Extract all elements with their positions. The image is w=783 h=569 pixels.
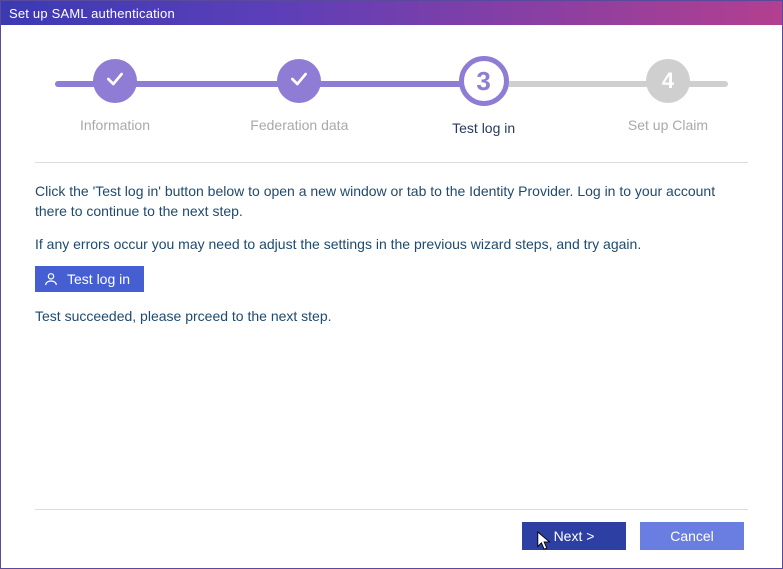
step-information: Information [55, 59, 175, 133]
check-icon [289, 69, 309, 94]
dialog-window: Set up SAML authentication Information [0, 0, 783, 569]
step-federation-data: Federation data [239, 59, 359, 133]
instruction-text-2: If any errors occur you may need to adju… [35, 234, 748, 254]
test-log-in-button[interactable]: Test log in [35, 266, 144, 292]
window-title: Set up SAML authentication [9, 6, 175, 21]
test-log-in-button-label: Test log in [67, 271, 130, 287]
cursor-icon [536, 530, 554, 552]
step-number: 3 [476, 66, 490, 97]
step-label: Federation data [250, 117, 348, 133]
step-dot-done [93, 59, 137, 103]
titlebar: Set up SAML authentication [1, 1, 782, 25]
step-dot-future: 4 [646, 59, 690, 103]
divider [35, 162, 748, 163]
next-button[interactable]: Next > [522, 522, 626, 550]
close-button[interactable] [756, 1, 782, 25]
wizard-stepper: Information Federation data 3 Test log i… [55, 59, 728, 136]
cancel-button[interactable]: Cancel [640, 522, 744, 550]
step-label: Set up Claim [628, 117, 708, 133]
check-icon [105, 69, 125, 94]
step-label: Information [80, 117, 150, 133]
step-label: Test log in [452, 120, 515, 136]
dialog-footer: Next > Cancel [35, 495, 748, 568]
step-set-up-claim: 4 Set up Claim [608, 59, 728, 133]
user-icon [43, 271, 59, 287]
test-result-text: Test succeeded, please prceed to the nex… [35, 306, 748, 326]
next-button-label: Next > [554, 528, 595, 544]
step-dot-done [277, 59, 321, 103]
divider [35, 509, 748, 510]
step-number: 4 [662, 68, 674, 94]
wizard-content: Click the 'Test log in' button below to … [35, 181, 748, 338]
dialog-body: Information Federation data 3 Test log i… [1, 25, 782, 568]
cancel-button-label: Cancel [670, 528, 714, 544]
instruction-text-1: Click the 'Test log in' button below to … [35, 181, 748, 222]
step-test-log-in: 3 Test log in [424, 59, 544, 136]
footer-actions: Next > Cancel [35, 522, 748, 550]
step-dot-current: 3 [459, 56, 509, 106]
